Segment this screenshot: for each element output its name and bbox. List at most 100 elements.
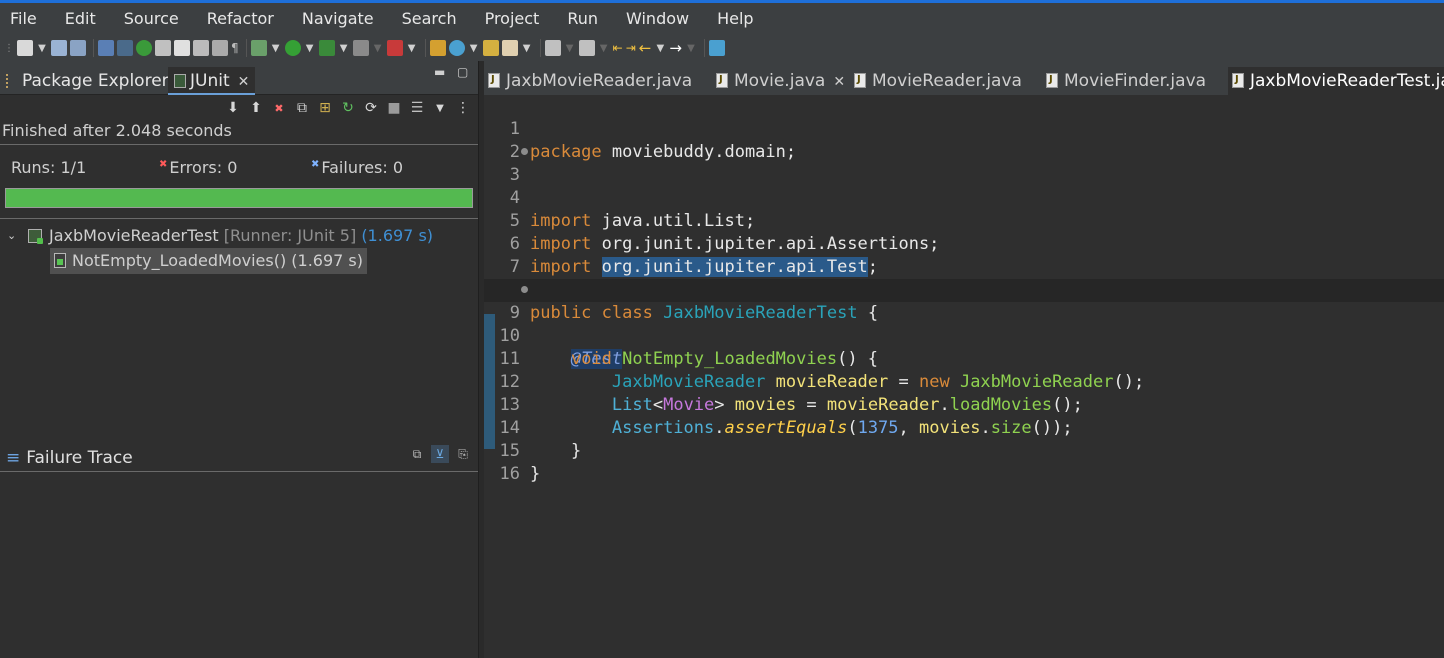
- menu-source[interactable]: Source: [124, 3, 179, 35]
- test-case-icon: [54, 253, 66, 268]
- next-annotation-icon[interactable]: [544, 40, 561, 56]
- last-edit-back-icon[interactable]: ⇤: [613, 38, 623, 58]
- progress-fill: [6, 189, 472, 207]
- save-all-icon[interactable]: [70, 40, 86, 56]
- menu-edit[interactable]: Edit: [65, 3, 96, 35]
- maximize-icon[interactable]: ▢: [457, 65, 468, 79]
- menu-project[interactable]: Project: [485, 3, 540, 35]
- forward-dropdown-icon[interactable]: ▼: [685, 38, 697, 58]
- external-tools-icon[interactable]: [386, 40, 403, 56]
- run-coverage-icon[interactable]: [318, 40, 335, 56]
- copy-icon[interactable]: [193, 40, 209, 56]
- junit-status-text: Finished after 2.048 seconds: [2, 121, 232, 140]
- refresh-dropdown-icon[interactable]: ▼: [468, 38, 480, 58]
- scroll-lock-icon[interactable]: ⊞: [316, 99, 334, 117]
- editor-tab-label: Movie.java: [734, 71, 826, 91]
- editor-tab-jaxbmoviereader[interactable]: JaxbMovieReader.java: [484, 67, 708, 95]
- close-icon[interactable]: ✕: [833, 74, 845, 90]
- junit-toolbar: ⬇ ⬆ ✖ ⧉ ⊞ ↻ ⟳ ■ ☰ ▼ ⋮: [0, 95, 480, 121]
- code-line: 13 Assertions.assertEquals(1375, movies.…: [484, 371, 1444, 438]
- coverage-icon[interactable]: [136, 40, 152, 56]
- show-skipped-icon[interactable]: ⧉: [293, 99, 311, 117]
- code-line: 1 package moviebuddy.domain;: [484, 95, 1444, 162]
- copy-trace-icon[interactable]: ⎘: [454, 445, 472, 463]
- stop-run-icon[interactable]: ■: [385, 99, 403, 117]
- list-icon[interactable]: [212, 40, 228, 56]
- history-dropdown-icon[interactable]: ▼: [431, 99, 449, 117]
- suite-row[interactable]: ⌄ JaxbMovieReaderTest [Runner: JUnit 5] …: [0, 223, 470, 249]
- run-coverage-dropdown-icon[interactable]: ▼: [338, 38, 350, 58]
- pen-icon[interactable]: [174, 40, 190, 56]
- code-area[interactable]: 1 package moviebuddy.domain; 2 3 import …: [484, 95, 1444, 658]
- stop-icon[interactable]: [352, 40, 369, 56]
- fold-toggle-icon[interactable]: [521, 286, 528, 293]
- menu-run[interactable]: Run: [567, 3, 598, 35]
- refresh-icon[interactable]: [448, 40, 465, 56]
- save-icon[interactable]: [51, 40, 67, 56]
- code-line: 14 }: [484, 394, 1444, 461]
- open-perspective-icon[interactable]: [708, 40, 725, 56]
- toolbar-separator: [424, 39, 426, 57]
- tab-junit[interactable]: JUnit ✕: [168, 67, 256, 95]
- back-dropdown-icon[interactable]: ▼: [654, 38, 666, 58]
- collapse-icon[interactable]: ⌄: [7, 223, 16, 249]
- editor-tab-moviefinder[interactable]: MovieFinder.java: [1042, 67, 1228, 95]
- menu-navigate[interactable]: Navigate: [302, 3, 374, 35]
- new-java-project-icon[interactable]: [429, 40, 446, 56]
- prev-annotation-dropdown-icon[interactable]: ▼: [598, 38, 610, 58]
- view-menu-icon[interactable]: ⋮: [454, 99, 472, 117]
- last-edit-forward-icon[interactable]: ⇥: [626, 38, 636, 58]
- menu-window[interactable]: Window: [626, 3, 689, 35]
- brush-icon[interactable]: [501, 40, 518, 56]
- open-type-icon[interactable]: [482, 40, 499, 56]
- failure-trace-label: Failure Trace: [26, 448, 133, 468]
- close-icon[interactable]: ✕: [238, 74, 250, 90]
- new-dropdown-icon[interactable]: ▼: [36, 38, 48, 58]
- debug-icon[interactable]: [250, 40, 267, 56]
- stop-dropdown-icon[interactable]: ▼: [372, 38, 384, 58]
- new-icon[interactable]: [17, 40, 33, 56]
- menu-help[interactable]: Help: [717, 3, 753, 35]
- back-icon[interactable]: ←: [639, 38, 652, 58]
- brush-dropdown-icon[interactable]: ▼: [521, 38, 533, 58]
- menu-file[interactable]: File: [10, 3, 37, 35]
- show-failures-only-icon[interactable]: ✖: [270, 99, 288, 117]
- external-tools-dropdown-icon[interactable]: ▼: [406, 38, 418, 58]
- code-editor: JaxbMovieReader.java Movie.java ✕ MovieRe…: [484, 61, 1444, 658]
- java-file-icon: [854, 73, 866, 88]
- open-task-icon[interactable]: [155, 40, 171, 56]
- terminal-icon[interactable]: [98, 40, 114, 56]
- test-case-row[interactable]: NotEmpty_LoadedMovies() (1.697 s): [50, 248, 367, 274]
- prev-annotation-icon[interactable]: [578, 40, 595, 56]
- next-annotation-dropdown-icon[interactable]: ▼: [564, 38, 576, 58]
- previous-failure-icon[interactable]: ⬆: [247, 99, 265, 117]
- fold-toggle-icon[interactable]: [521, 148, 528, 155]
- editor-tabs: JaxbMovieReader.java Movie.java ✕ MovieRe…: [484, 61, 1444, 95]
- editor-tab-label: MovieFinder.java: [1064, 71, 1207, 91]
- forward-icon[interactable]: →: [669, 38, 682, 58]
- rerun-test-icon[interactable]: ↻: [339, 99, 357, 117]
- pilcrow-icon[interactable]: ¶: [231, 38, 239, 58]
- code-line: 6 import org.junit.jupiter.api.Test;: [484, 210, 1444, 277]
- test-run-history-icon[interactable]: ☰: [408, 99, 426, 117]
- run-icon[interactable]: [284, 40, 301, 56]
- editor-tab-label: MovieReader.java: [872, 71, 1022, 91]
- minimize-icon[interactable]: ▬: [434, 65, 445, 79]
- skip-breakpoints-icon[interactable]: [117, 40, 133, 56]
- menu-search[interactable]: Search: [402, 3, 457, 35]
- rerun-failed-first-icon[interactable]: ⟳: [362, 99, 380, 117]
- junit-view: Package Explorer JUnit ✕ ▬ ▢ ⬇ ⬆ ✖ ⧉ ⊞ ↻ …: [0, 61, 480, 658]
- errors-label: Errors:: [169, 158, 223, 177]
- next-failure-icon[interactable]: ⬇: [224, 99, 242, 117]
- menu-refactor[interactable]: Refactor: [207, 3, 274, 35]
- editor-tab-jaxbmoviereadertest[interactable]: JaxbMovieReaderTest.java: [1228, 67, 1444, 95]
- compare-results-icon[interactable]: ⧉: [408, 445, 426, 463]
- tab-package-explorer[interactable]: Package Explorer: [0, 67, 175, 95]
- run-dropdown-icon[interactable]: ▼: [304, 38, 316, 58]
- editor-tab-moviereader[interactable]: MovieReader.java: [850, 67, 1036, 95]
- debug-dropdown-icon[interactable]: ▼: [270, 38, 282, 58]
- toolbar-separator: [245, 39, 247, 57]
- editor-tab-movie[interactable]: Movie.java ✕: [712, 67, 846, 95]
- filter-stack-icon[interactable]: ⊻: [431, 445, 449, 463]
- java-file-icon: [716, 73, 728, 88]
